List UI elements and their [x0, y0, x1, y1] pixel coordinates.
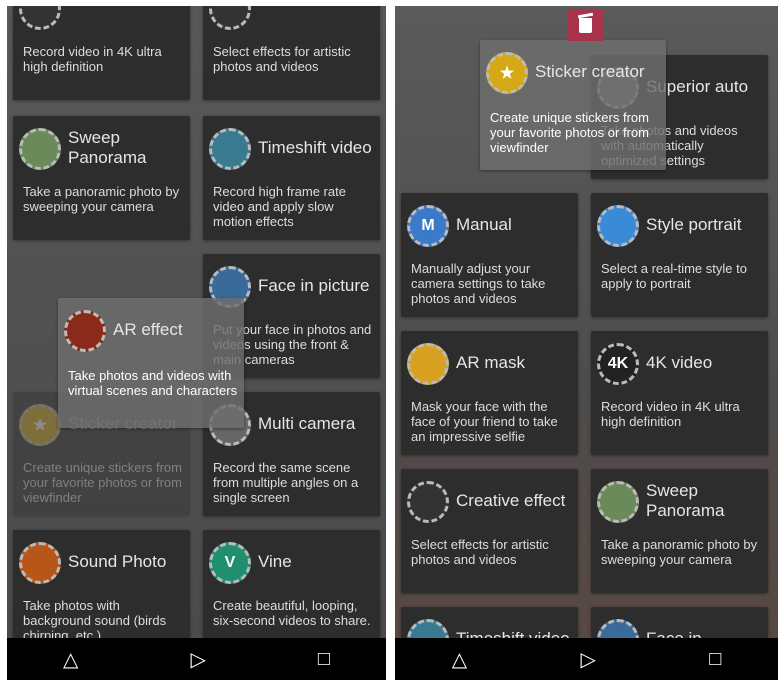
mode-title: Vine — [258, 552, 292, 571]
dragged-mode-card[interactable]: ★ Sticker creator Create unique stickers f… — [480, 40, 666, 170]
mode-description: Create beautiful, looping, six-second vi… — [213, 598, 371, 628]
dragged-mode-card[interactable]: AR effect Take photos and videos with vir… — [58, 298, 244, 428]
mode-title: AR mask — [456, 353, 525, 372]
sound-photo-icon — [19, 542, 61, 584]
mode-title: Multi camera — [258, 414, 356, 433]
mode-description: Record video in 4K ultra high definition — [601, 399, 740, 429]
4k-video-icon — [19, 6, 61, 30]
trash-icon[interactable] — [567, 10, 603, 41]
mode-title: AR effect — [113, 320, 183, 339]
mode-description: Take a panoramic photo by sweeping your … — [23, 184, 180, 214]
mode-card[interactable]: AR mask Mask your face with the face of y… — [401, 331, 578, 455]
mode-title: Creative effect — [456, 491, 566, 510]
mode-description: Record the same scene from multiple angl… — [213, 460, 359, 505]
face-in-picture-icon — [597, 619, 639, 638]
sticker-icon: ★ — [19, 404, 61, 446]
mode-description: Take a panoramic photo by sweeping your … — [601, 537, 758, 567]
mode-description: Create unique stickers from your favorit… — [490, 110, 649, 155]
4k-icon: 4K — [597, 343, 639, 385]
recents-button[interactable]: □ — [709, 648, 721, 671]
sticker-icon: ★ — [486, 52, 528, 94]
hummingbird-icon — [407, 619, 449, 638]
mode-title: Face in picture — [258, 276, 370, 295]
mode-description: Select effects for artistic photos and v… — [411, 537, 549, 567]
mode-card[interactable]: Sweep Panorama Take a panoramic photo by … — [13, 116, 190, 240]
mode-title: Timeshift video — [258, 138, 372, 157]
mode-card[interactable]: Timeshift video Record high frame rate vi… — [203, 116, 380, 240]
left-phone-screen: △ ▷ □ Record video in 4K ultra high defi… — [7, 6, 386, 680]
mode-description: Record video in 4K ultra high definition — [23, 44, 162, 74]
mode-title: 4K video — [646, 353, 713, 372]
home-button[interactable]: ▷ — [580, 647, 595, 672]
mode-description: Take photos with background sound (birds… — [23, 598, 167, 638]
mode-title: Sweep Panorama — [646, 481, 725, 520]
home-button[interactable]: ▷ — [190, 647, 205, 672]
manual-m-icon: M — [407, 205, 449, 247]
mode-card[interactable]: M Manual Manually adjust your camera setti… — [401, 193, 578, 317]
mode-description: Mask your face with the face of your fri… — [411, 399, 558, 444]
mode-description: Create unique stickers from your favorit… — [23, 460, 182, 505]
mode-description: Select a real-time style to apply to por… — [601, 261, 747, 291]
mode-card[interactable]: Style portrait Select a real-time style t… — [591, 193, 768, 317]
mode-description: Record high frame rate video and apply s… — [213, 184, 346, 229]
mode-title: Sweep Panorama — [68, 128, 147, 167]
mode-title: Face in — [646, 619, 764, 638]
dinosaur-icon — [64, 310, 106, 352]
mode-title: Manual — [456, 215, 512, 234]
hummingbird-icon — [209, 128, 251, 170]
ar-mask-icon — [407, 343, 449, 385]
mode-card[interactable]: V Vine Create beautiful, looping, six-seco… — [203, 530, 380, 638]
style-portrait-icon — [597, 205, 639, 247]
mode-card[interactable]: Creative effect Select effects for artist… — [401, 469, 578, 593]
mode-card[interactable]: Timeshift video — [401, 607, 578, 638]
mode-card[interactable]: Sweep Panorama Take a panoramic photo by … — [591, 469, 768, 593]
palette-icon — [407, 481, 449, 523]
mode-description: Manually adjust your camera settings to … — [411, 261, 546, 306]
mode-title: Sound Photo — [68, 552, 167, 571]
mode-title: Style portrait — [646, 215, 742, 234]
mode-title — [258, 6, 376, 28]
mode-title — [68, 6, 186, 28]
creative-effect-icon — [209, 6, 251, 30]
mode-card[interactable]: Face in — [591, 607, 768, 638]
mode-card[interactable]: Select effects for artistic photos and v… — [203, 6, 380, 100]
navigation-bar: △ ▷ □ — [7, 638, 386, 680]
mode-title: Timeshift video — [456, 619, 574, 638]
mode-title: Sticker creator — [535, 62, 645, 81]
back-button[interactable]: △ — [63, 647, 78, 672]
back-button[interactable]: △ — [452, 647, 467, 672]
panorama-icon — [597, 481, 639, 523]
mode-description: Take photos and videos with virtual scen… — [68, 368, 238, 398]
right-phone-screen: △ ▷ □ Superior autoTake photos and video… — [395, 6, 778, 680]
mode-card[interactable]: Sound Photo Take photos with background s… — [13, 530, 190, 638]
mode-card[interactable]: 4K 4K video Record video in 4K ultra high … — [591, 331, 768, 455]
mode-card[interactable]: Record video in 4K ultra high definition — [13, 6, 190, 100]
mode-description: Select effects for artistic photos and v… — [213, 44, 351, 74]
vine-icon: V — [209, 542, 251, 584]
navigation-bar: △ ▷ □ — [395, 638, 778, 680]
panorama-icon — [19, 128, 61, 170]
recents-button[interactable]: □ — [318, 648, 330, 671]
